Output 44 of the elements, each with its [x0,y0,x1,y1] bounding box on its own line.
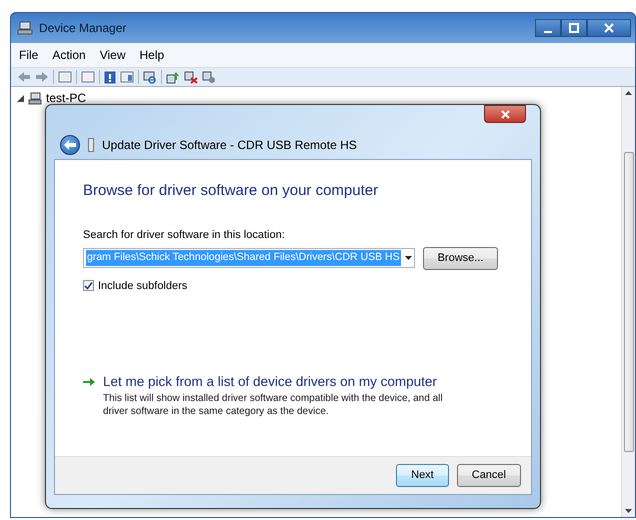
computer-icon [28,92,42,104]
option-description: This list will show installed driver software compatible with the device, and all driver software in the same category as the device. [103,392,444,418]
include-subfolders-checkbox[interactable] [83,280,94,292]
menu-item[interactable]: View [100,46,126,64]
window-icon[interactable] [120,71,134,83]
disable-device-icon[interactable] [202,70,216,84]
expand-triangle-icon[interactable] [17,94,24,102]
usb-device-icon [88,138,94,152]
scroll-up-icon[interactable] [625,91,632,95]
help-icon[interactable] [104,70,116,84]
menu-item[interactable]: Help [140,46,164,64]
maximize-icon [569,23,579,33]
scan-hardware-icon[interactable] [143,70,157,84]
computer-icon [17,21,33,35]
uninstall-icon[interactable] [184,70,198,84]
next-button[interactable]: Next [396,464,449,487]
dropdown-arrow-icon[interactable] [404,256,412,260]
pick-driver-link[interactable]: Let me pick from a list of device drivers on my computer [103,372,453,392]
tree-item[interactable]: test-PC [46,89,86,107]
minimize-button[interactable] [535,19,561,37]
window-icon[interactable] [58,71,72,83]
path-text: gram Files\Schick Technologies\Shared Files\Drivers\CDR USB HS [86,250,401,266]
browse-button[interactable]: Browse... [422,247,498,270]
dialog-heading: Browse for driver software on your computer [83,181,380,201]
update-driver-icon[interactable] [166,70,180,84]
arrow-icon [83,377,95,387]
close-button[interactable] [587,19,631,37]
close-button[interactable] [484,105,526,123]
close-icon [500,110,510,118]
minimize-icon [544,31,552,33]
dialog-title: Update Driver Software - CDR USB Remote HS [102,137,357,154]
location-label: Search for driver software in this location: [83,228,286,242]
cancel-button[interactable]: Cancel [456,464,521,487]
back-button[interactable] [60,135,80,155]
close-icon [604,23,614,33]
window-title: Device Manager [39,20,126,37]
checkbox-label: Include subfolders [98,278,188,294]
menu-item[interactable]: File [19,46,38,64]
vertical-scrollbar[interactable] [621,87,635,517]
properties-icon[interactable] [81,71,95,83]
maximize-button[interactable] [561,19,587,37]
menu-item[interactable]: Action [52,46,86,64]
scroll-down-icon[interactable] [625,509,632,513]
back-arrow-icon [64,140,76,150]
